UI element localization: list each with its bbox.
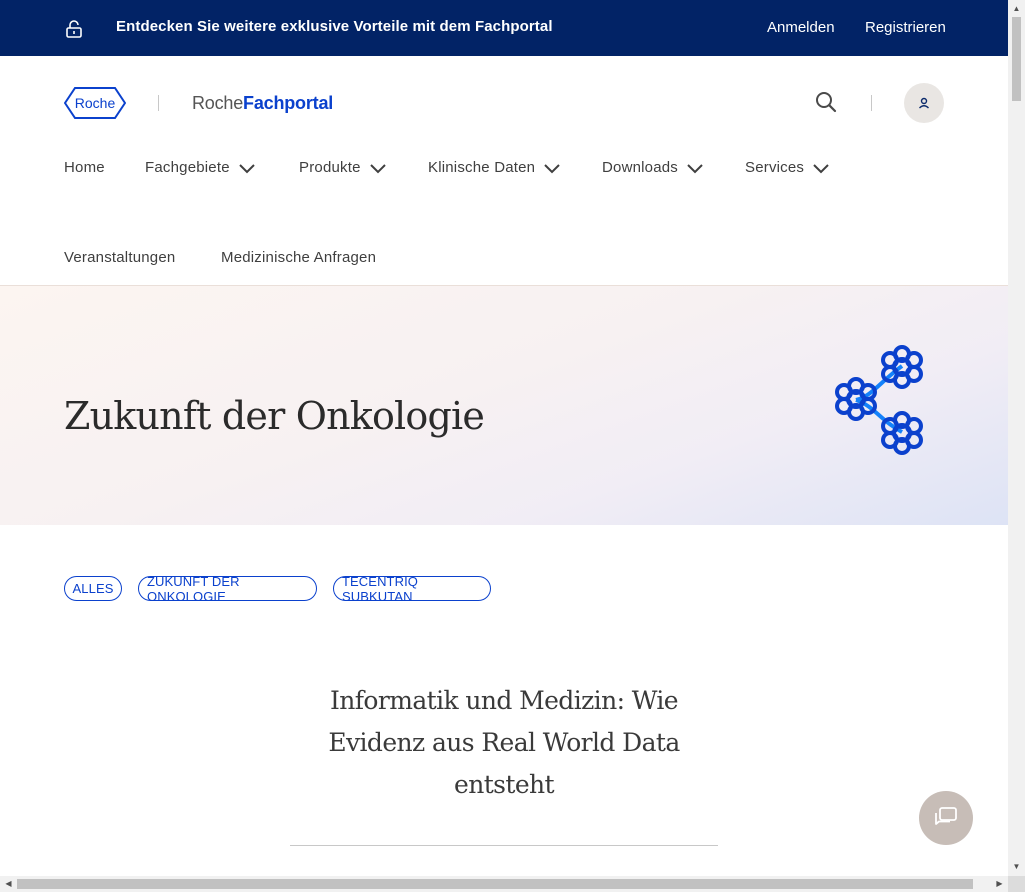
vertical-scrollbar[interactable]: ▲ ▼ (1008, 0, 1025, 876)
user-icon (919, 97, 929, 109)
brand-suffix: Fachportal (243, 93, 334, 113)
nav-item-label: Fachgebiete (145, 159, 230, 176)
promo-text: Entdecken Sie weitere exklusive Vorteile… (116, 18, 553, 35)
nav-item-label: Services (745, 159, 805, 176)
scroll-up-arrow-icon[interactable]: ▲ (1012, 4, 1021, 13)
brand-prefix: Roche (192, 93, 244, 113)
article-divider (290, 845, 718, 846)
page-viewport: Entdecken Sie weitere exklusive Vorteile… (0, 0, 1008, 876)
molecule-network-icon (835, 345, 923, 455)
nav-item-label: Medizinische Anfragen (221, 249, 377, 266)
header-divider-right (871, 95, 872, 111)
nav-item-label: Home (64, 159, 105, 176)
filter-chip-alles[interactable]: ALLES (64, 576, 122, 601)
chat-button[interactable] (919, 791, 973, 845)
chevron-down-icon (544, 163, 560, 173)
filter-chip-zukunft-der-onkologie[interactable]: ZUKUNFT DER ONKOLOGIE (138, 573, 317, 604)
hero-banner: Zukunft der Onkologie (0, 285, 1008, 525)
chevron-down-icon (369, 163, 386, 173)
scrollbar-corner (1008, 876, 1025, 892)
filter-chip-tecentriq-subkutan[interactable]: TECENTRIQ SUBKUTAN (333, 573, 491, 604)
user-account-button[interactable] (904, 83, 944, 123)
nav-item-services[interactable]: Services (745, 159, 830, 176)
nav-item-label: Veranstaltungen (64, 249, 176, 266)
scroll-down-arrow-icon[interactable]: ▼ (1012, 862, 1021, 871)
chevron-down-icon (813, 163, 829, 173)
promo-bar: Entdecken Sie weitere exklusive Vorteile… (0, 0, 1008, 56)
login-link[interactable]: Anmelden (767, 19, 835, 36)
roche-logo[interactable]: Roche (64, 86, 126, 120)
register-link[interactable]: Registrieren (865, 19, 946, 36)
horizontal-scrollbar[interactable]: ◀ ▶ (0, 876, 1008, 892)
scroll-left-arrow-icon[interactable]: ◀ (4, 879, 13, 889)
nav-item-home[interactable]: Home (64, 159, 105, 176)
brand-name[interactable]: RocheFachportal (192, 93, 333, 114)
nav-item-downloads[interactable]: Downloads (602, 159, 704, 176)
search-icon[interactable] (814, 90, 838, 114)
scroll-right-arrow-icon[interactable]: ▶ (995, 879, 1004, 889)
article-title[interactable]: Informatik und Medizin: Wie Evidenz aus … (290, 680, 718, 806)
horizontal-scroll-thumb[interactable] (17, 879, 973, 889)
nav-item-medizinische-anfragen[interactable]: Medizinische Anfragen (221, 249, 376, 266)
chevron-down-icon (687, 163, 703, 173)
lock-open-icon (66, 20, 82, 38)
nav-item-produkte[interactable]: Produkte (299, 159, 387, 176)
nav-item-label: Downloads (602, 159, 679, 176)
nav-item-label: Produkte (299, 159, 361, 176)
page-title: Zukunft der Onkologie (64, 394, 485, 438)
nav-item-fachgebiete[interactable]: Fachgebiete (145, 159, 256, 176)
chevron-down-icon (239, 163, 255, 173)
chip-label: TECENTRIQ SUBKUTAN (342, 573, 419, 604)
logo-text: Roche (75, 95, 116, 111)
chip-label: ALLES (72, 581, 114, 596)
chip-label: ZUKUNFT DER ONKOLOGIE (147, 573, 240, 604)
nav-item-klinische-daten[interactable]: Klinische Daten (428, 159, 561, 176)
header-divider (158, 95, 159, 111)
nav-item-label: Klinische Daten (428, 159, 536, 176)
chat-icon (935, 807, 957, 825)
nav-item-veranstaltungen[interactable]: Veranstaltungen (64, 249, 175, 266)
vertical-scroll-thumb[interactable] (1012, 17, 1021, 101)
